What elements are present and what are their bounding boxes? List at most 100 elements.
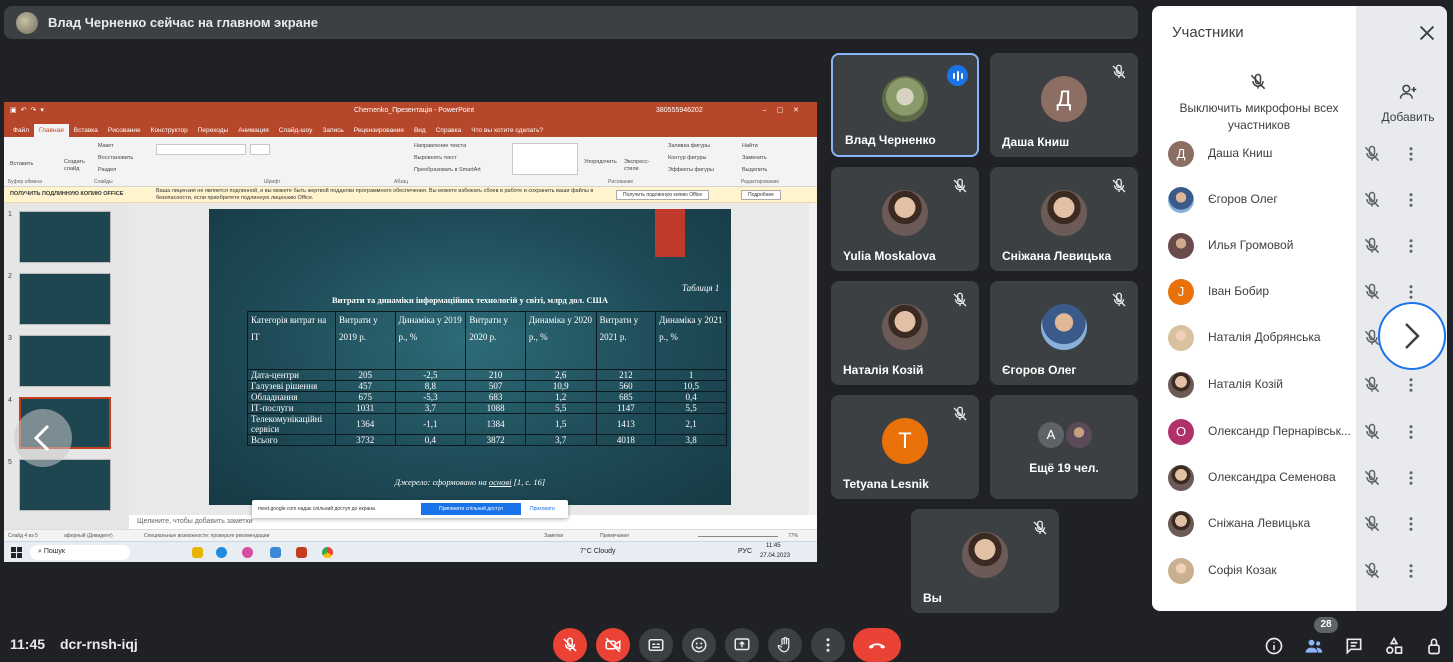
font-name-box[interactable]: [156, 144, 246, 155]
app-icon[interactable]: [242, 547, 253, 558]
notes-toggle[interactable]: Заметки: [544, 533, 563, 539]
tile-more-participants[interactable]: A Ещё 19 чел.: [990, 395, 1138, 499]
reactions-button[interactable]: [682, 628, 716, 662]
layout-button[interactable]: Макет: [98, 143, 114, 149]
tile-dasha[interactable]: Д Даша Книш: [990, 53, 1138, 157]
ppt-tab[interactable]: Рисование: [103, 124, 146, 137]
more-options-icon[interactable]: [1402, 375, 1420, 395]
ppt-tab[interactable]: Файл: [8, 124, 34, 137]
participant-row[interactable]: Сніжана Левицька: [1152, 501, 1447, 547]
activities-icon[interactable]: [1384, 636, 1404, 656]
quick-styles-button[interactable]: Экспресс-стили: [624, 159, 654, 173]
slide[interactable]: Таблиця 1 Витрати та динаміки інформацій…: [209, 209, 731, 505]
shape-fill-button[interactable]: Заливка фигуры: [668, 143, 710, 149]
mic-off-icon[interactable]: [1362, 468, 1382, 488]
arrange-button[interactable]: Упорядочить: [584, 159, 617, 165]
next-page-button[interactable]: [1378, 302, 1446, 370]
ppt-tab[interactable]: Запись: [317, 124, 348, 137]
more-info-button[interactable]: Подробнее: [741, 190, 781, 200]
ppt-tab[interactable]: Рецензирование: [349, 124, 409, 137]
align-text-button[interactable]: Выровнять текст: [414, 155, 457, 161]
more-options-icon[interactable]: [1402, 514, 1420, 534]
mic-toggle-button[interactable]: [553, 628, 587, 662]
more-options-button[interactable]: [811, 628, 845, 662]
font-size-box[interactable]: [250, 144, 270, 155]
more-options-icon[interactable]: [1402, 422, 1420, 442]
more-options-icon[interactable]: [1402, 282, 1420, 302]
participant-row[interactable]: Єгоров Олег: [1152, 177, 1447, 223]
input-language[interactable]: РУС: [738, 548, 752, 555]
ppt-tell-me[interactable]: Что вы хотите сделать?: [466, 124, 548, 137]
mic-off-icon[interactable]: [1362, 422, 1382, 442]
close-icon[interactable]: [1416, 22, 1438, 44]
ppt-tab[interactable]: Вид: [409, 124, 431, 137]
smartart-button[interactable]: Преобразовать в SmartArt: [414, 167, 481, 173]
section-button[interactable]: Раздел: [98, 167, 116, 173]
shape-effects-button[interactable]: Эффекты фигуры: [668, 167, 714, 173]
more-options-icon[interactable]: [1402, 190, 1420, 210]
slide-thumbnail[interactable]: [19, 335, 111, 387]
tile-tetyana[interactable]: T Tetyana Lesnik: [831, 395, 979, 499]
get-genuine-button[interactable]: Получить подлинную копию Office: [616, 190, 710, 200]
stop-sharing-button[interactable]: Припинити спільний доступ: [421, 503, 521, 515]
prev-page-button[interactable]: [14, 409, 72, 467]
camera-toggle-button[interactable]: [596, 628, 630, 662]
mic-off-icon[interactable]: [1362, 514, 1382, 534]
mic-off-icon[interactable]: [1362, 190, 1382, 210]
slide-thumbnail[interactable]: [19, 211, 111, 263]
hide-popup-link[interactable]: Приховати: [530, 506, 555, 512]
windows-start-icon[interactable]: [11, 547, 22, 558]
ppt-tab[interactable]: Вставка: [69, 124, 103, 137]
add-participant-button[interactable]: Добавить: [1375, 110, 1441, 124]
file-explorer-icon[interactable]: [192, 547, 203, 558]
raise-hand-button[interactable]: [768, 628, 802, 662]
participant-row[interactable]: O Олександр Пернарівськ...: [1152, 409, 1447, 455]
new-slide-button[interactable]: Создать слайд: [64, 159, 90, 173]
participant-row[interactable]: Илья Громовой: [1152, 223, 1447, 269]
host-controls-icon[interactable]: [1424, 636, 1444, 656]
mic-off-icon[interactable]: [1362, 561, 1382, 581]
participant-row[interactable]: Д Даша Книш: [1152, 131, 1447, 177]
leave-call-button[interactable]: [853, 628, 901, 662]
more-options-icon[interactable]: [1402, 468, 1420, 488]
mute-all-button[interactable]: Выключить микрофоны всех участников: [1175, 100, 1343, 134]
app-icon[interactable]: [270, 547, 281, 558]
info-icon[interactable]: [1264, 636, 1284, 656]
participant-row[interactable]: Олександра Семенова: [1152, 455, 1447, 501]
comments-toggle[interactable]: Примечания: [600, 533, 629, 539]
tile-nataliia-kozii[interactable]: Наталія Козій: [831, 281, 979, 385]
mic-off-icon[interactable]: [1362, 236, 1382, 256]
people-icon[interactable]: [1304, 636, 1324, 656]
tile-self[interactable]: Вы: [911, 509, 1059, 613]
mic-off-icon[interactable]: [1362, 375, 1382, 395]
tile-yehorov[interactable]: Єгоров Олег: [990, 281, 1138, 385]
mic-off-icon[interactable]: [1362, 144, 1382, 164]
taskbar-search[interactable]: ⌕ Пошук: [30, 545, 130, 560]
replace-button[interactable]: Заменить: [742, 155, 767, 161]
ppt-tab[interactable]: Переходы: [193, 124, 234, 137]
participant-row[interactable]: Софія Козак: [1152, 548, 1447, 594]
ppt-tab[interactable]: Конструктор: [146, 124, 193, 137]
shapes-gallery[interactable]: [512, 143, 578, 175]
source-link[interactable]: основі: [489, 477, 512, 487]
weather[interactable]: 7°C Cloudy: [580, 548, 615, 555]
mic-off-icon[interactable]: [1362, 282, 1382, 302]
ppt-tab[interactable]: Анимация: [233, 124, 274, 137]
accessibility-status[interactable]: Специальные возможности: проверьте реком…: [144, 533, 269, 539]
paste-button[interactable]: Вставить: [10, 161, 33, 167]
powerpoint-icon[interactable]: [296, 547, 307, 558]
tile-snizhana[interactable]: Сніжана Левицька: [990, 167, 1138, 271]
slide-thumbnail[interactable]: [19, 273, 111, 325]
ppt-tab[interactable]: Главная: [33, 124, 69, 137]
find-button[interactable]: Найти: [742, 143, 758, 149]
ppt-tab[interactable]: Слайд-шоу: [274, 124, 318, 137]
edge-icon[interactable]: [216, 547, 227, 558]
reset-button[interactable]: Восстановить: [98, 155, 133, 161]
more-options-icon[interactable]: [1402, 561, 1420, 581]
chrome-icon[interactable]: [322, 547, 333, 558]
select-button[interactable]: Выделить: [742, 167, 767, 173]
tile-vlad[interactable]: Влад Черненко: [831, 53, 979, 157]
tile-yulia[interactable]: Yulia Moskalova: [831, 167, 979, 271]
more-options-icon[interactable]: [1402, 144, 1420, 164]
text-direction-button[interactable]: Направление текста: [414, 143, 466, 149]
